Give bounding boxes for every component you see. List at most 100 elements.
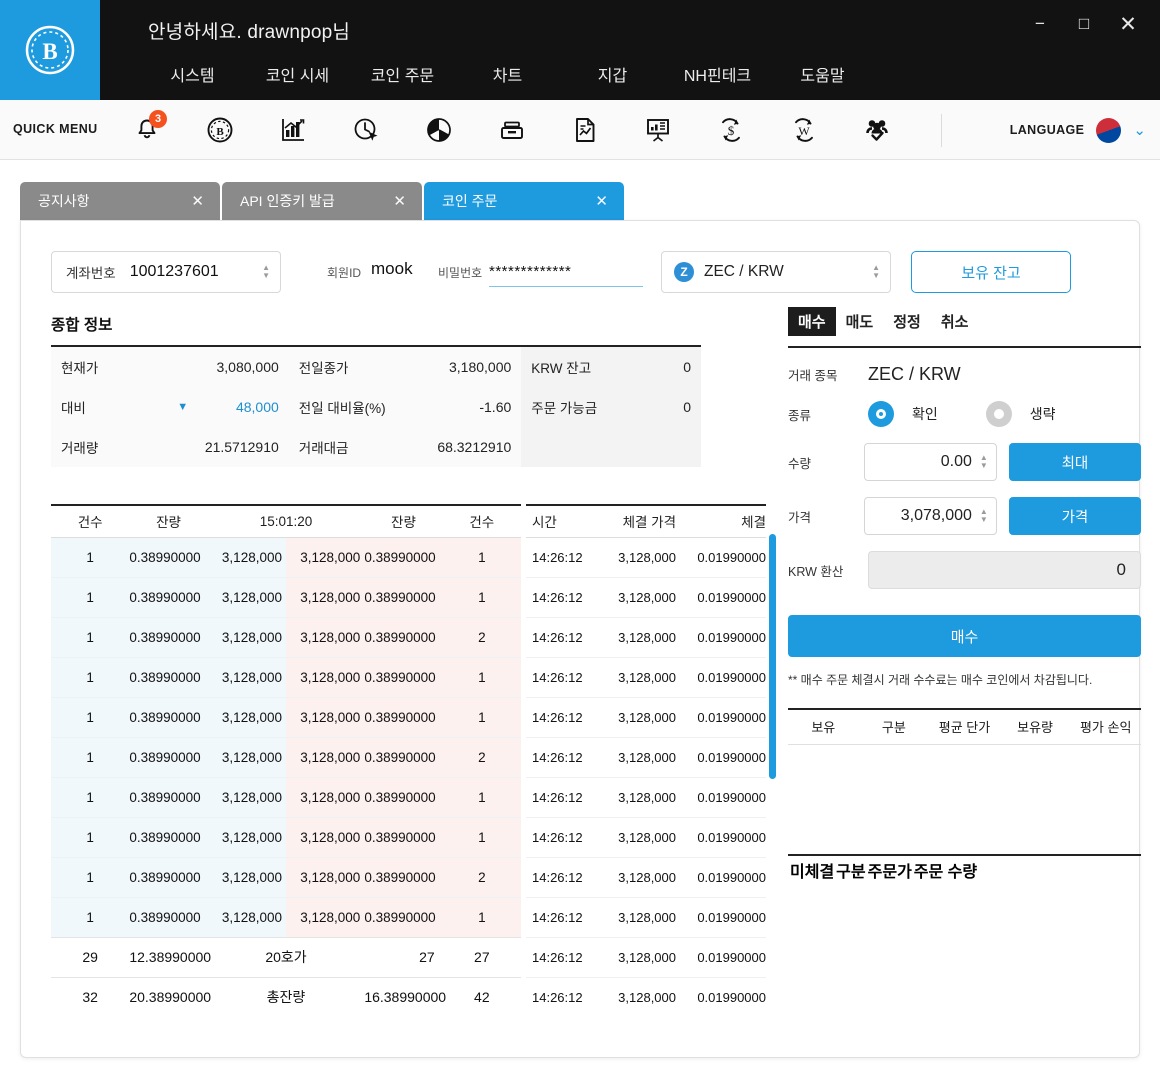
bid-price: 3,128,000 (208, 737, 286, 777)
bid-count: 1 (51, 817, 129, 857)
order-form-tabs: 매수 매도 정정 취소 (788, 306, 1141, 336)
trade-time: 14:26:12 (526, 657, 596, 697)
nav-chart[interactable]: 차트 (455, 62, 560, 86)
notification-badge: 3 (149, 110, 167, 128)
table-row[interactable]: 10.389900003,128,0003,128,0000.389900001 (51, 897, 521, 937)
password-input[interactable] (489, 257, 643, 287)
footer-count-right: 42 (443, 977, 521, 1017)
footer-count-right: 27 (443, 937, 521, 977)
close-icon[interactable]: ✕ (191, 192, 204, 210)
radio-confirm[interactable] (868, 401, 894, 427)
stepper-arrows-icon[interactable]: ▲▼ (262, 264, 270, 280)
language-label: LANGUAGE (1010, 123, 1085, 137)
stepper-arrows-icon[interactable]: ▲▼ (980, 508, 988, 524)
krw-exchange-button[interactable]: W (767, 100, 840, 160)
nav-wallet[interactable]: 지갑 (560, 62, 665, 86)
list-item: 14:26:123,128,0000.01990000 (526, 777, 766, 817)
quantity-stepper[interactable]: 0.00 ▲▼ (864, 443, 997, 481)
table-row[interactable]: 10.389900003,128,0003,128,0000.389900002 (51, 617, 521, 657)
summary-key: 거래대금 (289, 427, 405, 467)
bid-count: 1 (51, 657, 129, 697)
tab-api-key[interactable]: API 인증키 발급 ✕ (222, 182, 422, 220)
orderbook-time: 15:01:20 (208, 505, 365, 537)
chevron-down-icon[interactable]: ⌄ (1133, 121, 1146, 139)
nav-system[interactable]: 시스템 (140, 62, 245, 86)
list-item: 14:26:123,128,0000.01990000 (526, 737, 766, 777)
minimize-button[interactable]: − (1018, 6, 1062, 42)
trade-time: 14:26:12 (526, 617, 596, 657)
bid-quantity: 0.38990000 (129, 817, 207, 857)
stepper-arrows-icon[interactable]: ▲▼ (980, 454, 988, 470)
table-row[interactable]: 10.389900003,128,0003,128,0000.389900001 (51, 697, 521, 737)
trade-amount: 0.01990000 (676, 977, 766, 1017)
radio-confirm-label: 확인 (912, 404, 938, 424)
summary-value: 3,080,000 (167, 347, 289, 387)
maximize-button[interactable]: □ (1062, 6, 1106, 42)
trade-price: 3,128,000 (596, 857, 676, 897)
document-chart-icon (571, 116, 599, 144)
order-history-button[interactable] (329, 100, 402, 160)
table-row[interactable]: 10.389900003,128,0003,128,0000.389900001 (51, 537, 521, 577)
table-row[interactable]: 10.389900003,128,0003,128,0000.389900001 (51, 817, 521, 857)
report-button[interactable] (548, 100, 621, 160)
submit-buy-button[interactable]: 매수 (788, 615, 1141, 657)
members-verified-button[interactable] (840, 100, 913, 160)
summary-table: 현재가 3,080,000 전일종가 3,180,000 KRW 잔고 0 대비… (51, 345, 701, 467)
bitcoin-button[interactable]: B (183, 100, 256, 160)
quantity-row: 수량 0.00 ▲▼ 최대 (788, 443, 1141, 481)
portfolio-button[interactable] (402, 100, 475, 160)
bitcoin-icon: B (206, 116, 234, 144)
quick-menu-label: QUICK MENU (13, 122, 98, 136)
market-chart-button[interactable] (256, 100, 329, 160)
pie-chart-icon (425, 116, 453, 144)
trading-pair-value: ZEC / KRW (704, 263, 872, 281)
close-icon[interactable]: ✕ (595, 192, 608, 210)
order-form: 매수 매도 정정 취소 거래 종목 ZEC / KRW 종류 확인 생략 수량 … (788, 306, 1141, 884)
table-row[interactable]: 10.389900003,128,0003,128,0000.389900001 (51, 777, 521, 817)
usd-exchange-button[interactable]: $ (694, 100, 767, 160)
col-pnl: 평가 손익 (1070, 710, 1141, 744)
bid-count: 1 (51, 897, 129, 937)
account-number-select[interactable]: 계좌번호 1001237601 ▲▼ (51, 251, 281, 293)
trade-time: 14:26:12 (526, 817, 596, 857)
close-icon[interactable]: ✕ (393, 192, 406, 210)
trade-history-scrollbar[interactable] (769, 534, 776, 779)
bitcoin-logo-icon: B (24, 24, 76, 76)
tab-cancel[interactable]: 취소 (931, 307, 979, 336)
table-header-row: 미체결 구분 주문가 주문 수량 (790, 858, 977, 882)
ask-quantity: 0.38990000 (364, 817, 442, 857)
balance-button[interactable]: 보유 잔고 (911, 251, 1071, 293)
nav-nh-fintech[interactable]: NH핀테크 (665, 62, 770, 86)
close-button[interactable]: ✕ (1106, 6, 1150, 42)
tab-buy[interactable]: 매수 (788, 307, 836, 336)
trading-pair-select[interactable]: Z ZEC / KRW ▲▼ (661, 251, 891, 293)
price-button[interactable]: 가격 (1009, 497, 1141, 535)
language-selector[interactable]: LANGUAGE ⌄ (1010, 100, 1146, 160)
tab-coin-order[interactable]: 코인 주문 ✕ (424, 182, 624, 220)
table-row[interactable]: 10.389900003,128,0003,128,0000.389900002 (51, 737, 521, 777)
price-stepper[interactable]: 3,078,000 ▲▼ (864, 497, 997, 535)
tab-modify[interactable]: 정정 (883, 307, 931, 336)
greeting-text: 안녕하세요. drawnpop님 (148, 17, 350, 44)
bid-count: 1 (51, 617, 129, 657)
symbol-label: 거래 종목 (788, 365, 868, 384)
nav-coin-price[interactable]: 코인 시세 (245, 62, 350, 86)
tab-notice[interactable]: 공지사항 ✕ (20, 182, 220, 220)
tab-sell[interactable]: 매도 (836, 307, 884, 336)
table-row[interactable]: 10.389900003,128,0003,128,0000.389900001 (51, 657, 521, 697)
quick-menu-bar: QUICK MENU 3 B (0, 100, 1160, 160)
trade-amount: 0.01990000 (676, 617, 766, 657)
table-row[interactable]: 10.389900003,128,0003,128,0000.389900002 (51, 857, 521, 897)
max-quantity-button[interactable]: 최대 (1009, 443, 1141, 481)
nav-coin-order[interactable]: 코인 주문 (350, 62, 455, 86)
ask-count: 1 (443, 577, 521, 617)
price-label: 가격 (788, 507, 864, 526)
notification-button[interactable]: 3 (110, 100, 183, 160)
radio-skip[interactable] (986, 401, 1012, 427)
ask-quantity: 0.38990000 (364, 617, 442, 657)
inbox-button[interactable] (475, 100, 548, 160)
table-row[interactable]: 10.389900003,128,0003,128,0000.389900001 (51, 577, 521, 617)
stepper-arrows-icon[interactable]: ▲▼ (872, 264, 880, 280)
nav-help[interactable]: 도움말 (770, 62, 875, 86)
presentation-button[interactable] (621, 100, 694, 160)
